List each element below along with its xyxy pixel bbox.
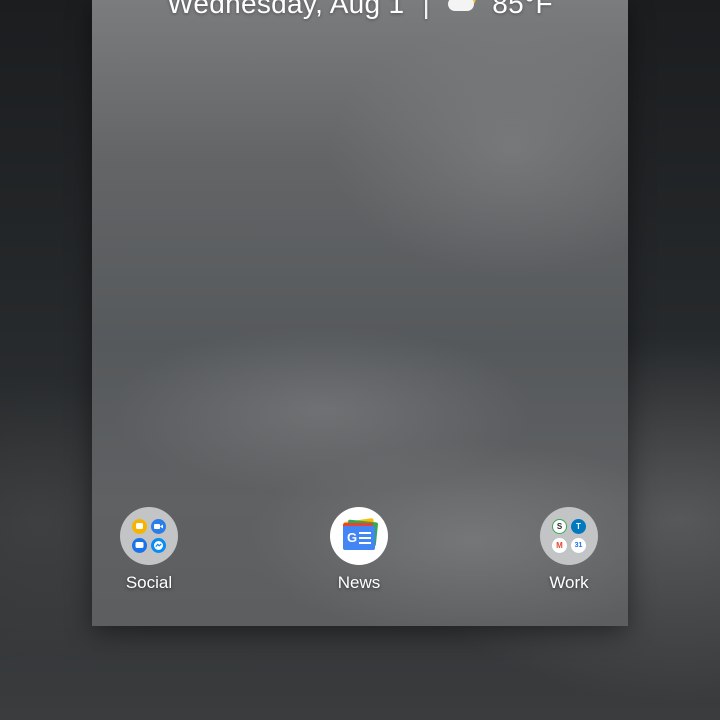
folder-icon[interactable] [120,507,178,565]
work-folder[interactable]: S T M 31 Work [519,507,619,593]
news-stack-graphic: G [341,518,379,552]
app-label: Work [549,573,589,592]
messages-icon [132,538,147,553]
app-label: News [337,573,381,592]
messenger-icon [151,538,166,553]
news-app[interactable]: G News [309,507,409,593]
folder-icon[interactable]: S T M 31 [540,507,598,565]
video-call-icon [151,519,166,534]
app-label: Social [125,573,173,592]
chat-icon [132,519,147,534]
at-a-glance-widget[interactable]: Wednesday, Aug 1 | 85°F [92,0,628,24]
social-folder[interactable]: Social [99,507,199,593]
cloud-shape [448,0,475,11]
trello-icon: T [571,519,586,534]
temperature-text[interactable]: 85°F [492,0,553,19]
partly-sunny-icon[interactable] [448,0,478,17]
home-screen-preview[interactable]: Wednesday, Aug 1 | 85°F Social G News S … [92,0,628,626]
glance-separator: | [422,0,431,19]
slides-icon: S [552,519,567,534]
calendar-icon: 31 [571,538,586,553]
date-text[interactable]: Wednesday, Aug 1 [167,0,404,19]
google-news-icon[interactable]: G [330,507,388,565]
news-lines [359,532,371,544]
gmail-icon: M [552,538,567,553]
